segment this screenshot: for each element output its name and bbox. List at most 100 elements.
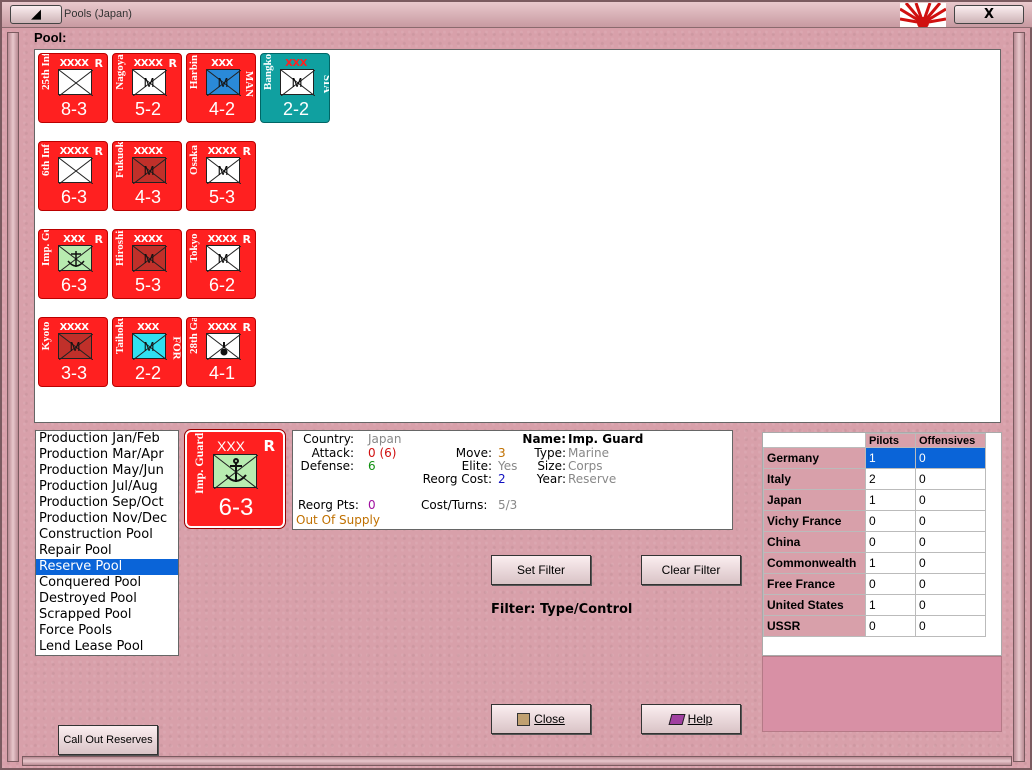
table-row[interactable]: Japan 1 0 xyxy=(763,489,986,511)
unit-strength: 4-3 xyxy=(134,187,161,207)
pool-list-item[interactable]: Construction Pool xyxy=(36,527,178,543)
pilots-offensives-table: Pilots Offensives Germany 1 0 Italy 2 0 Japan 1… xyxy=(762,432,1002,656)
minimize-button[interactable]: ◢ xyxy=(10,5,62,24)
unit-country-code: MAN xyxy=(242,70,255,98)
unit-strength: 3-3 xyxy=(60,363,87,383)
pool-list-item[interactable]: Production Jul/Aug xyxy=(36,479,178,495)
marine-icon: M xyxy=(132,333,167,360)
pilots-cell: 2 xyxy=(865,468,916,490)
pool-type-list[interactable]: Production Jan/Feb Production Mar/Apr Prod… xyxy=(35,430,179,656)
marine-icon: M xyxy=(58,333,93,360)
offensives-cell: 0 xyxy=(915,468,986,490)
pool-unit-counter[interactable]: XXXX R Osaka M 5-3 xyxy=(186,141,256,211)
door-icon xyxy=(517,713,531,727)
pool-list-item[interactable]: Production May/Jun xyxy=(36,463,178,479)
pool-unit-counter[interactable]: XXXX R 6th Inf 6-3 xyxy=(38,141,108,211)
pool-unit-counter[interactable]: XXX Harbin MAN M 4-2 xyxy=(186,53,256,123)
bottom-frame-rail xyxy=(22,756,1012,766)
close-window-button[interactable]: X xyxy=(954,5,1024,24)
close-button[interactable]: Close xyxy=(491,704,591,734)
marine-letter: M xyxy=(143,251,155,266)
table-row[interactable]: China 0 0 xyxy=(763,531,986,553)
table-header-pilots: Pilots xyxy=(865,433,916,448)
unit-strength: 5-2 xyxy=(134,99,161,119)
pool-unit-counter[interactable]: XXXX R 28th Garr 4-1 xyxy=(186,317,256,387)
pool-unit-counter[interactable]: XXXX R Tokyo M 6-2 xyxy=(186,229,256,299)
window-title: Pools (Japan) xyxy=(64,8,132,20)
help-button[interactable]: Help xyxy=(641,704,741,734)
pool-list-item[interactable]: Production Nov/Dec xyxy=(36,511,178,527)
marine-letter: M xyxy=(217,251,229,266)
clear-filter-button[interactable]: Clear Filter xyxy=(641,555,741,585)
pool-unit-counter[interactable]: XXXX R Nagoya M 5-2 xyxy=(112,53,182,123)
infantry-icon xyxy=(58,157,93,184)
filter-label: Filter: Type/Control xyxy=(491,602,633,617)
unit-name-label: 25th Inf xyxy=(40,53,52,90)
pool-unit-counter[interactable]: XXX R Imp. Guard 6-3 xyxy=(38,229,108,299)
pool-unit-counter[interactable]: XXXX Hiroshima M 5-3 xyxy=(112,229,182,299)
unit-name-label: Tokyo xyxy=(188,233,200,263)
pool-unit-counter[interactable]: XXX Taihoku FOR M 2-2 xyxy=(112,317,182,387)
pool-list-item[interactable]: Scrapped Pool xyxy=(36,607,178,623)
unit-strength: 4-2 xyxy=(208,99,235,119)
table-row[interactable]: Commonwealth 1 0 xyxy=(763,552,986,574)
name-value: Imp. Guard xyxy=(568,432,644,446)
unit-info-panel: Country: Japan Attack: 0 (6) Defense: 6 … xyxy=(292,430,733,530)
unit-name-label: 6th Inf xyxy=(40,143,52,177)
table-header-country xyxy=(763,433,866,448)
country-cell: Commonwealth xyxy=(763,552,866,574)
anchor-icon xyxy=(213,454,259,490)
table-row[interactable]: Italy 2 0 xyxy=(763,468,986,490)
pool-list-item[interactable]: Production Sep/Oct xyxy=(36,495,178,511)
pool-unit-counter[interactable]: XXXX Kyoto M 3-3 xyxy=(38,317,108,387)
marine-letter: M xyxy=(143,75,155,90)
pool-list-item[interactable]: Conquered Pool xyxy=(36,575,178,591)
minimize-icon: ◢ xyxy=(31,7,41,22)
table-row[interactable]: Free France 0 0 xyxy=(763,573,986,595)
offensives-cell: 0 xyxy=(915,615,986,637)
table-row[interactable]: Germany 1 0 xyxy=(763,447,986,469)
marine-icon: M xyxy=(206,157,241,184)
pool-list-item[interactable]: Destroyed Pool xyxy=(36,591,178,607)
attack-value: 0 (6) xyxy=(368,446,397,460)
pilots-cell: 0 xyxy=(865,531,916,553)
pool-list-item[interactable]: Production Jan/Feb xyxy=(36,431,178,447)
country-cell: USSR xyxy=(763,615,866,637)
name-label: Name: xyxy=(522,432,566,446)
set-filter-button[interactable]: Set Filter xyxy=(491,555,591,585)
cost-turns-value: 5/3 xyxy=(498,498,518,512)
help-book-icon xyxy=(668,714,686,726)
infantry-icon xyxy=(58,69,93,96)
rising-sun-flag-icon xyxy=(900,3,946,27)
pool-unit-counter[interactable]: XXX Bangkok SIA M 2-2 xyxy=(260,53,330,123)
unit-strength: 6-2 xyxy=(208,275,235,295)
close-button-label: Close xyxy=(534,712,565,726)
pilots-cell: 0 xyxy=(865,573,916,595)
pool-list-item[interactable]: Reserve Pool xyxy=(36,559,178,575)
table-row[interactable]: USSR 0 0 xyxy=(763,615,986,637)
offensives-cell: 0 xyxy=(915,489,986,511)
offensives-cell: 0 xyxy=(915,552,986,574)
call-out-reserves-button[interactable]: Call Out Reserves xyxy=(58,725,158,755)
reserve-flag: R xyxy=(168,57,177,70)
pool-list-item[interactable]: Repair Pool xyxy=(36,543,178,559)
country-cell: Italy xyxy=(763,468,866,490)
pool-unit-counter[interactable]: XXXX Fukuoka M 4-3 xyxy=(112,141,182,211)
marine-icon: M xyxy=(132,69,167,96)
move-label: Move: xyxy=(455,446,492,460)
pool-list-item[interactable]: Force Pools xyxy=(36,623,178,639)
unit-strength: 6-3 xyxy=(218,494,254,521)
reserve-flag: R xyxy=(242,145,251,158)
pool-list-item[interactable]: Lend Lease Pool xyxy=(36,639,178,655)
table-row[interactable]: United States 1 0 xyxy=(763,594,986,616)
pool-list-item[interactable]: Production Mar/Apr xyxy=(36,447,178,463)
marine-letter: M xyxy=(143,163,155,178)
unit-name-label: Hiroshima xyxy=(114,229,126,266)
unit-name-label: Taihoku xyxy=(114,317,126,354)
unit-name-label: Harbin xyxy=(188,54,200,90)
unit-strength: 5-3 xyxy=(134,275,161,295)
table-row[interactable]: Vichy France 0 0 xyxy=(763,510,986,532)
reserve-flag: R xyxy=(94,145,103,158)
pool-unit-counter[interactable]: XXXX R 25th Inf 8-3 xyxy=(38,53,108,123)
cost-turns-label: Cost/Turns: xyxy=(421,498,488,512)
